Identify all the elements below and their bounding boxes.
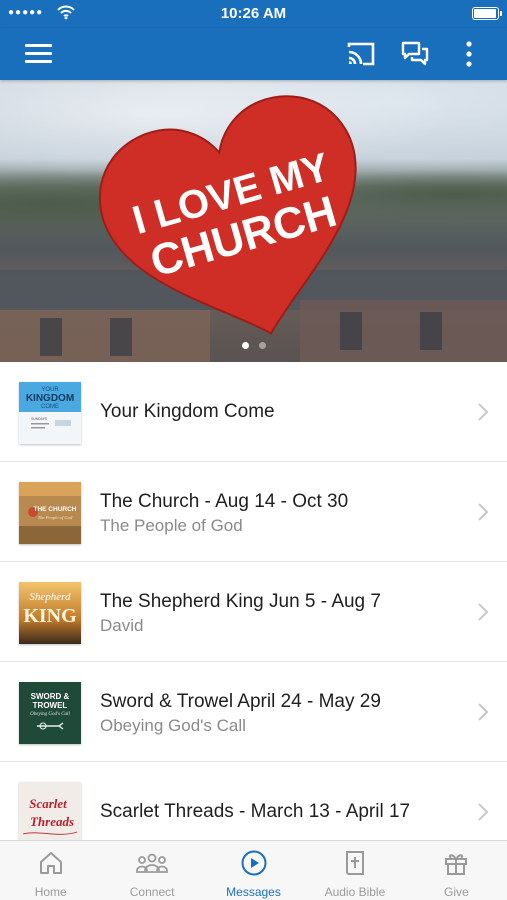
heart-graphic: I LOVE MY CHURCH — [98, 95, 357, 335]
series-list: YOUR KINGDOM COME SUNDAYS Your Kingdom C… — [0, 362, 507, 840]
tab-label: Connect — [129, 885, 175, 899]
svg-text:THE CHURCH: THE CHURCH — [34, 506, 77, 513]
series-title: The Shepherd King Jun 5 - Aug 7 — [100, 591, 381, 612]
battery-icon — [472, 7, 502, 20]
chevron-right-icon — [478, 403, 489, 421]
chevron-right-icon — [478, 503, 489, 521]
bible-icon — [345, 851, 364, 875]
svg-text:The People of God: The People of God — [38, 515, 73, 520]
series-thumbnail: SWORD & TROWEL Obeying God's Call — [19, 682, 81, 744]
list-item[interactable]: THE CHURCH The People of God The Church … — [0, 462, 507, 562]
app-bar — [0, 28, 507, 80]
bottom-tab-bar: Home Connect Messages Audio Bible Give — [0, 840, 507, 900]
series-title: The Church - Aug 14 - Oct 30 — [100, 491, 349, 512]
carousel-dot[interactable] — [241, 342, 249, 349]
series-title: Sword & Trowel April 24 - May 29 — [100, 691, 381, 712]
tab-give[interactable]: Give — [406, 841, 507, 900]
people-icon — [136, 853, 169, 873]
list-item[interactable]: SWORD & TROWEL Obeying God's Call Sword … — [0, 662, 507, 762]
series-thumbnail: YOUR KINGDOM COME SUNDAYS — [19, 382, 81, 444]
tab-label: Home — [34, 885, 67, 899]
list-item[interactable]: Scarlet Threads Scarlet Threads - March … — [0, 762, 507, 840]
svg-text:SUNDAYS: SUNDAYS — [31, 417, 48, 421]
menu-icon[interactable] — [20, 40, 58, 68]
series-thumbnail: Scarlet Threads — [19, 782, 81, 840]
hero-banner[interactable]: I LOVE MY CHURCH — [0, 80, 507, 362]
series-subtitle: Obeying God's Call — [100, 716, 246, 735]
svg-text:COME: COME — [41, 404, 59, 410]
status-bar: ●●●●● 10:26 AM — [0, 0, 507, 28]
list-item[interactable]: YOUR KINGDOM COME SUNDAYS Your Kingdom C… — [0, 362, 507, 462]
status-time: 10:26 AM — [220, 5, 287, 22]
series-title: Scarlet Threads - March 13 - April 17 — [100, 801, 411, 822]
series-thumbnail: THE CHURCH The People of God — [19, 482, 81, 544]
svg-text:TROWEL: TROWEL — [33, 701, 68, 710]
cast-icon[interactable] — [343, 38, 379, 70]
svg-text:Threads: Threads — [30, 814, 74, 829]
tab-label: Messages — [226, 885, 281, 899]
carousel-dots[interactable] — [0, 336, 507, 354]
tab-label: Give — [443, 885, 469, 899]
chevron-right-icon — [478, 603, 489, 621]
tab-label: Audio Bible — [324, 885, 386, 899]
tab-home[interactable]: Home — [0, 841, 101, 900]
more-vertical-icon[interactable] — [455, 38, 483, 70]
list-item[interactable]: Shepherd KING The Shepherd King Jun 5 - … — [0, 562, 507, 662]
svg-text:KINGDOM: KINGDOM — [26, 393, 74, 404]
tab-connect[interactable]: Connect — [101, 841, 202, 900]
tab-messages[interactable]: Messages — [203, 841, 304, 900]
carousel-dot[interactable] — [258, 342, 266, 349]
chevron-right-icon — [478, 803, 489, 821]
svg-text:Shepherd: Shepherd — [29, 591, 71, 603]
svg-text:Obeying God's Call: Obeying God's Call — [30, 712, 70, 717]
tab-audio-bible[interactable]: Audio Bible — [304, 841, 405, 900]
chevron-right-icon — [478, 703, 489, 721]
home-icon — [39, 852, 62, 874]
svg-text:Scarlet: Scarlet — [29, 796, 67, 811]
svg-text:SWORD &: SWORD & — [31, 692, 70, 701]
play-circle-icon — [241, 850, 267, 876]
series-title: Your Kingdom Come — [100, 401, 275, 422]
series-subtitle: The People of God — [100, 516, 243, 535]
gift-icon — [445, 854, 468, 875]
svg-text:KING: KING — [23, 605, 77, 627]
chat-icon[interactable] — [397, 38, 433, 70]
series-subtitle: David — [100, 616, 144, 635]
series-thumbnail: Shepherd KING — [19, 582, 81, 644]
